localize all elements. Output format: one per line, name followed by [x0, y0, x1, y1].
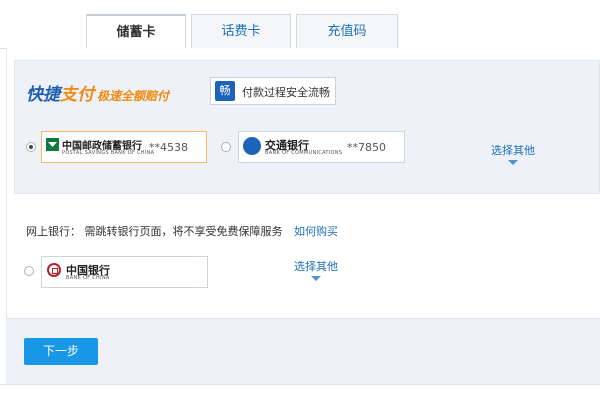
safety-text: 付款过程安全流畅 [242, 86, 330, 99]
bank-en-boc: BANK OF CHINA [66, 275, 110, 281]
tab-recharge-code[interactable]: 充值码 [296, 14, 398, 49]
card-number-bocom: **7850 [347, 141, 386, 154]
how-to-buy-link[interactable]: 如何购买 [294, 225, 338, 238]
chevron-down-icon [508, 160, 518, 165]
quickpay-logo-part1: 快捷 [26, 85, 60, 105]
netbank-label: 网上银行： [26, 225, 81, 238]
bocom-logo-icon [243, 137, 261, 155]
radio-boc-netbank[interactable] [24, 266, 34, 276]
chevron-down-icon [311, 276, 321, 281]
next-step-button[interactable]: 下一步 [24, 338, 98, 365]
radio-psbc-card[interactable] [26, 142, 36, 152]
card-bocom[interactable]: 交通银行 BANK OF COMMUNICATIONS **7850 [238, 131, 405, 163]
choose-other-netbank-label: 选择其他 [294, 260, 338, 273]
choose-other-label: 选择其他 [491, 144, 535, 157]
tab-phone-card[interactable]: 话费卡 [191, 14, 291, 49]
choose-other-netbank-link[interactable]: 选择其他 [294, 258, 338, 281]
card-boc[interactable]: 中国银行 BANK OF CHINA [41, 256, 208, 288]
card-psbc[interactable]: 中国邮政储蓄银行 POSTAL SAVINGS BANK OF CHINA **… [41, 131, 207, 163]
quickpay-logo: 快捷支付 极速全额赔付 [26, 80, 169, 105]
bank-en-bocom: BANK OF COMMUNICATIONS [265, 150, 343, 156]
quickpay-slogan: 极速全额赔付 [97, 89, 170, 103]
psbc-logo-icon [46, 138, 59, 151]
bank-en-psbc: POSTAL SAVINGS BANK OF CHINA [62, 150, 155, 156]
quickpay-logo-part2: 支付 [60, 85, 94, 105]
bottom-divider [0, 384, 600, 385]
netbank-notice: 需跳转银行页面，将不享受免费保障服务 [84, 225, 283, 238]
netbank-row: 网上银行： 需跳转银行页面，将不享受免费保障服务 如何购买 [26, 223, 338, 239]
choose-other-card-link[interactable]: 选择其他 [491, 142, 535, 165]
safety-badge: 畅 付款过程安全流畅 [210, 77, 336, 105]
card-number-psbc: **4538 [149, 141, 188, 154]
radio-bocom-card[interactable] [221, 142, 231, 152]
tab-debit-card[interactable]: 储蓄卡 [86, 14, 186, 50]
smooth-icon: 畅 [215, 81, 235, 101]
boc-logo-icon [47, 263, 61, 277]
